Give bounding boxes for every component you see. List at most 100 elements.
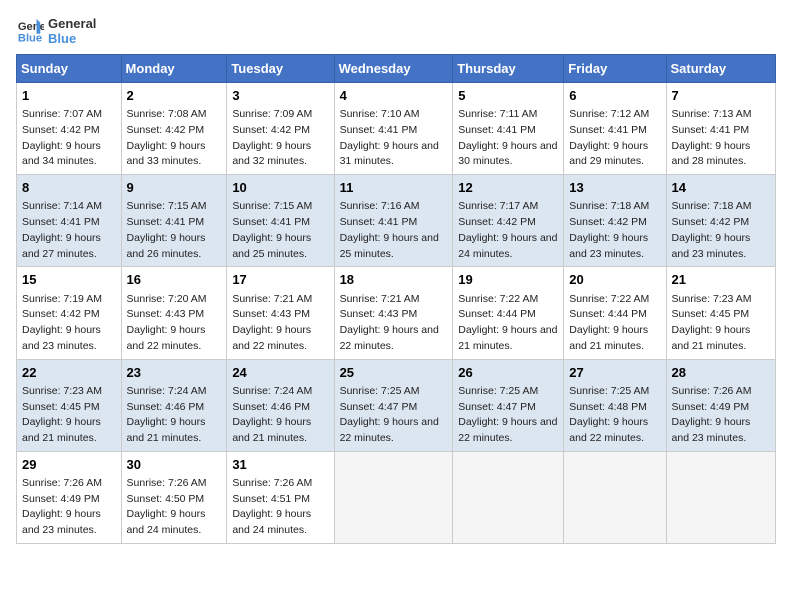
day-info: Sunrise: 7:23 AMSunset: 4:45 PMDaylight:… <box>22 385 102 444</box>
day-info: Sunrise: 7:15 AMSunset: 4:41 PMDaylight:… <box>127 200 207 259</box>
day-info: Sunrise: 7:07 AMSunset: 4:42 PMDaylight:… <box>22 108 102 167</box>
day-number: 14 <box>672 179 770 197</box>
calendar-week-row: 29 Sunrise: 7:26 AMSunset: 4:49 PMDaylig… <box>17 451 776 543</box>
day-number: 23 <box>127 364 222 382</box>
day-number: 28 <box>672 364 770 382</box>
day-info: Sunrise: 7:13 AMSunset: 4:41 PMDaylight:… <box>672 108 752 167</box>
day-number: 16 <box>127 271 222 289</box>
logo-icon: General Blue <box>16 17 44 45</box>
day-info: Sunrise: 7:09 AMSunset: 4:42 PMDaylight:… <box>232 108 312 167</box>
day-info: Sunrise: 7:21 AMSunset: 4:43 PMDaylight:… <box>340 293 439 352</box>
day-number: 20 <box>569 271 660 289</box>
calendar-cell: 7 Sunrise: 7:13 AMSunset: 4:41 PMDayligh… <box>666 83 775 175</box>
day-info: Sunrise: 7:11 AMSunset: 4:41 PMDaylight:… <box>458 108 557 167</box>
day-number: 8 <box>22 179 116 197</box>
calendar-cell: 8 Sunrise: 7:14 AMSunset: 4:41 PMDayligh… <box>17 175 122 267</box>
svg-text:Blue: Blue <box>18 32 42 44</box>
calendar-cell: 21 Sunrise: 7:23 AMSunset: 4:45 PMDaylig… <box>666 267 775 359</box>
calendar-cell: 25 Sunrise: 7:25 AMSunset: 4:47 PMDaylig… <box>334 359 453 451</box>
day-header-wednesday: Wednesday <box>334 55 453 83</box>
day-info: Sunrise: 7:24 AMSunset: 4:46 PMDaylight:… <box>127 385 207 444</box>
logo: General Blue General Blue <box>16 16 96 46</box>
calendar-cell: 6 Sunrise: 7:12 AMSunset: 4:41 PMDayligh… <box>564 83 666 175</box>
calendar-cell: 26 Sunrise: 7:25 AMSunset: 4:47 PMDaylig… <box>453 359 564 451</box>
day-number: 17 <box>232 271 328 289</box>
day-info: Sunrise: 7:18 AMSunset: 4:42 PMDaylight:… <box>672 200 752 259</box>
calendar-week-row: 22 Sunrise: 7:23 AMSunset: 4:45 PMDaylig… <box>17 359 776 451</box>
day-info: Sunrise: 7:16 AMSunset: 4:41 PMDaylight:… <box>340 200 439 259</box>
day-info: Sunrise: 7:22 AMSunset: 4:44 PMDaylight:… <box>458 293 557 352</box>
day-number: 6 <box>569 87 660 105</box>
calendar-cell: 19 Sunrise: 7:22 AMSunset: 4:44 PMDaylig… <box>453 267 564 359</box>
day-header-monday: Monday <box>121 55 227 83</box>
day-header-thursday: Thursday <box>453 55 564 83</box>
calendar-week-row: 1 Sunrise: 7:07 AMSunset: 4:42 PMDayligh… <box>17 83 776 175</box>
calendar-cell: 20 Sunrise: 7:22 AMSunset: 4:44 PMDaylig… <box>564 267 666 359</box>
calendar-cell: 18 Sunrise: 7:21 AMSunset: 4:43 PMDaylig… <box>334 267 453 359</box>
calendar-cell: 11 Sunrise: 7:16 AMSunset: 4:41 PMDaylig… <box>334 175 453 267</box>
day-number: 9 <box>127 179 222 197</box>
day-info: Sunrise: 7:15 AMSunset: 4:41 PMDaylight:… <box>232 200 312 259</box>
day-number: 24 <box>232 364 328 382</box>
day-number: 7 <box>672 87 770 105</box>
calendar-cell <box>666 451 775 543</box>
day-header-row: SundayMondayTuesdayWednesdayThursdayFrid… <box>17 55 776 83</box>
calendar-cell <box>453 451 564 543</box>
day-number: 18 <box>340 271 448 289</box>
day-number: 12 <box>458 179 558 197</box>
day-info: Sunrise: 7:25 AMSunset: 4:48 PMDaylight:… <box>569 385 649 444</box>
day-number: 10 <box>232 179 328 197</box>
day-number: 27 <box>569 364 660 382</box>
day-number: 19 <box>458 271 558 289</box>
day-info: Sunrise: 7:18 AMSunset: 4:42 PMDaylight:… <box>569 200 649 259</box>
calendar-cell: 2 Sunrise: 7:08 AMSunset: 4:42 PMDayligh… <box>121 83 227 175</box>
calendar-cell: 30 Sunrise: 7:26 AMSunset: 4:50 PMDaylig… <box>121 451 227 543</box>
day-number: 1 <box>22 87 116 105</box>
logo-line2: Blue <box>48 31 96 46</box>
day-number: 11 <box>340 179 448 197</box>
day-info: Sunrise: 7:24 AMSunset: 4:46 PMDaylight:… <box>232 385 312 444</box>
calendar-table: SundayMondayTuesdayWednesdayThursdayFrid… <box>16 54 776 544</box>
day-info: Sunrise: 7:26 AMSunset: 4:50 PMDaylight:… <box>127 477 207 536</box>
calendar-cell: 1 Sunrise: 7:07 AMSunset: 4:42 PMDayligh… <box>17 83 122 175</box>
header: General Blue General Blue <box>16 16 776 46</box>
calendar-cell: 15 Sunrise: 7:19 AMSunset: 4:42 PMDaylig… <box>17 267 122 359</box>
calendar-cell: 16 Sunrise: 7:20 AMSunset: 4:43 PMDaylig… <box>121 267 227 359</box>
day-info: Sunrise: 7:14 AMSunset: 4:41 PMDaylight:… <box>22 200 102 259</box>
day-number: 21 <box>672 271 770 289</box>
day-info: Sunrise: 7:26 AMSunset: 4:51 PMDaylight:… <box>232 477 312 536</box>
day-number: 3 <box>232 87 328 105</box>
day-header-tuesday: Tuesday <box>227 55 334 83</box>
day-number: 22 <box>22 364 116 382</box>
day-info: Sunrise: 7:26 AMSunset: 4:49 PMDaylight:… <box>672 385 752 444</box>
day-number: 5 <box>458 87 558 105</box>
day-info: Sunrise: 7:20 AMSunset: 4:43 PMDaylight:… <box>127 293 207 352</box>
logo-line1: General <box>48 16 96 31</box>
day-header-sunday: Sunday <box>17 55 122 83</box>
day-info: Sunrise: 7:25 AMSunset: 4:47 PMDaylight:… <box>340 385 439 444</box>
calendar-cell: 4 Sunrise: 7:10 AMSunset: 4:41 PMDayligh… <box>334 83 453 175</box>
calendar-cell: 13 Sunrise: 7:18 AMSunset: 4:42 PMDaylig… <box>564 175 666 267</box>
day-number: 30 <box>127 456 222 474</box>
day-header-friday: Friday <box>564 55 666 83</box>
day-info: Sunrise: 7:10 AMSunset: 4:41 PMDaylight:… <box>340 108 439 167</box>
day-info: Sunrise: 7:12 AMSunset: 4:41 PMDaylight:… <box>569 108 649 167</box>
calendar-cell: 12 Sunrise: 7:17 AMSunset: 4:42 PMDaylig… <box>453 175 564 267</box>
calendar-week-row: 15 Sunrise: 7:19 AMSunset: 4:42 PMDaylig… <box>17 267 776 359</box>
calendar-cell: 27 Sunrise: 7:25 AMSunset: 4:48 PMDaylig… <box>564 359 666 451</box>
day-number: 29 <box>22 456 116 474</box>
calendar-cell: 14 Sunrise: 7:18 AMSunset: 4:42 PMDaylig… <box>666 175 775 267</box>
calendar-week-row: 8 Sunrise: 7:14 AMSunset: 4:41 PMDayligh… <box>17 175 776 267</box>
calendar-cell: 24 Sunrise: 7:24 AMSunset: 4:46 PMDaylig… <box>227 359 334 451</box>
day-info: Sunrise: 7:22 AMSunset: 4:44 PMDaylight:… <box>569 293 649 352</box>
day-info: Sunrise: 7:25 AMSunset: 4:47 PMDaylight:… <box>458 385 557 444</box>
calendar-cell <box>564 451 666 543</box>
calendar-cell <box>334 451 453 543</box>
day-number: 2 <box>127 87 222 105</box>
calendar-cell: 17 Sunrise: 7:21 AMSunset: 4:43 PMDaylig… <box>227 267 334 359</box>
day-info: Sunrise: 7:08 AMSunset: 4:42 PMDaylight:… <box>127 108 207 167</box>
calendar-cell: 3 Sunrise: 7:09 AMSunset: 4:42 PMDayligh… <box>227 83 334 175</box>
day-info: Sunrise: 7:17 AMSunset: 4:42 PMDaylight:… <box>458 200 557 259</box>
calendar-cell: 9 Sunrise: 7:15 AMSunset: 4:41 PMDayligh… <box>121 175 227 267</box>
calendar-cell: 29 Sunrise: 7:26 AMSunset: 4:49 PMDaylig… <box>17 451 122 543</box>
